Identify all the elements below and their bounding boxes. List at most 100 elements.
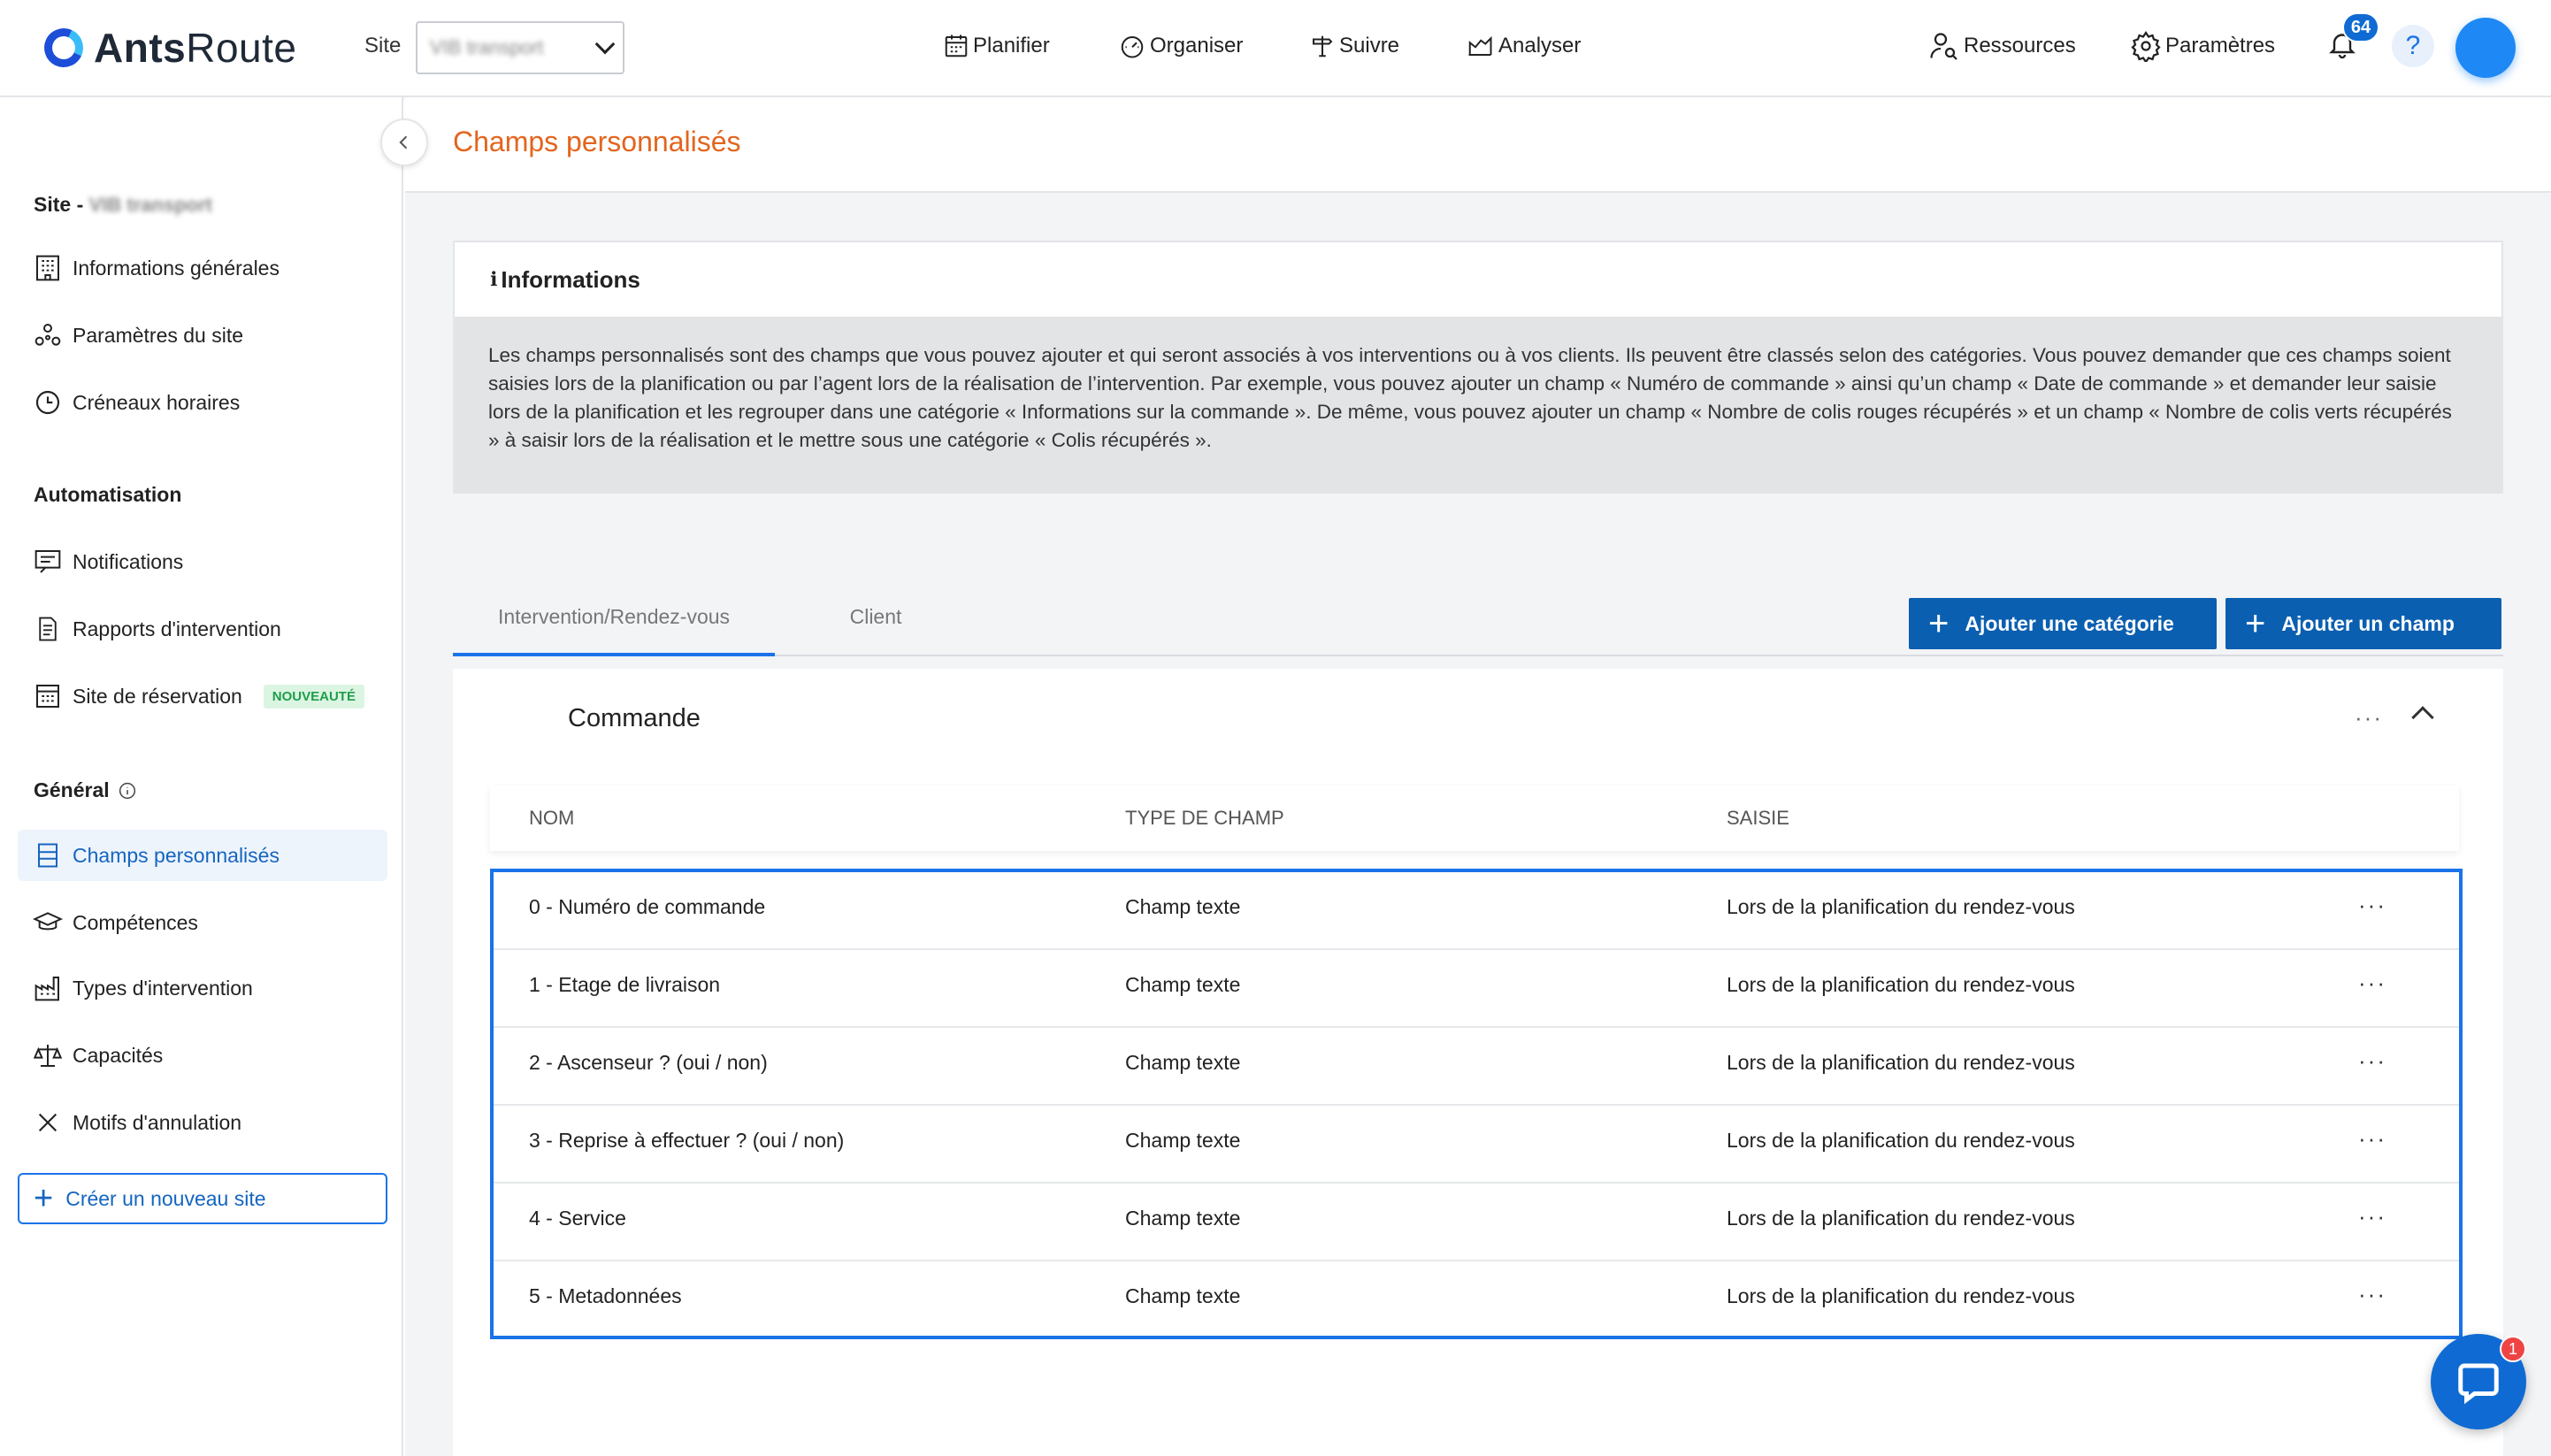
sidebar-item-label: Créneaux horaires <box>73 390 241 414</box>
field-name: 1 - Etage de livraison <box>529 973 721 996</box>
scale-icon <box>32 1039 64 1071</box>
sidebar-general-title: Général <box>34 778 136 802</box>
nav-label: Analyser <box>1498 34 1582 57</box>
collapse-sidebar-button[interactable] <box>380 119 428 166</box>
logo-mark-icon <box>38 22 89 73</box>
factory-icon <box>32 972 64 1004</box>
table-row[interactable]: 4 - Service Champ texte Lors de la plani… <box>494 1184 2459 1261</box>
add-field-label: Ajouter un champ <box>2281 611 2455 635</box>
sidebar-item-label: Informations générales <box>73 256 280 280</box>
sidebar-item-notifications[interactable]: Notifications <box>18 536 387 587</box>
field-input: Lors de la planification du rendez-vous <box>1727 1207 2075 1230</box>
field-type: Champ texte <box>1125 1129 1241 1152</box>
field-rows: 0 - Numéro de commande Champ texte Lors … <box>490 869 2463 1339</box>
calendar-grid-icon <box>32 680 64 712</box>
nav-ressources[interactable]: Ressources <box>1927 27 2076 65</box>
info-icon: ℹ <box>490 268 498 290</box>
site-select-value: VIB transport <box>430 36 544 58</box>
create-site-label: Créer un nouveau site <box>65 1186 266 1210</box>
field-input: Lors de la planification du rendez-vous <box>1727 1284 2075 1307</box>
signpost-icon <box>1313 35 1333 57</box>
sidebar-item-capacites[interactable]: Capacités <box>18 1030 387 1081</box>
chat-bubble-icon <box>2458 1363 2499 1405</box>
nav-label: Planifier <box>973 34 1050 57</box>
site-select[interactable]: VIB transport <box>416 21 624 74</box>
sidebar-item-label: Notifications <box>73 549 184 573</box>
tab-client[interactable]: Client <box>775 605 977 656</box>
info-header: ℹ Informations <box>455 242 2501 317</box>
field-type: Champ texte <box>1125 895 1241 918</box>
field-type: Champ texte <box>1125 1284 1241 1307</box>
table-row[interactable]: 3 - Reprise à effectuer ? (oui / non) Ch… <box>494 1106 2459 1184</box>
sidebar-item-parametres-site[interactable]: Paramètres du site <box>18 310 387 361</box>
field-name: 0 - Numéro de commande <box>529 895 766 918</box>
add-category-button[interactable]: + Ajouter une catégorie <box>1909 598 2217 649</box>
row-more-icon[interactable]: ··· <box>2358 892 2386 919</box>
help-button[interactable]: ? <box>2392 25 2434 67</box>
category-more-icon[interactable]: ··· <box>2355 704 2383 732</box>
info-title: Informations <box>501 265 640 293</box>
nav-analyser[interactable]: Analyser <box>1465 27 1581 65</box>
graduation-cap-icon <box>32 907 64 939</box>
antsroute-logo[interactable]: AntsRoute <box>38 22 296 73</box>
nav-suivre[interactable]: Suivre <box>1309 27 1399 65</box>
clock-icon <box>32 387 64 418</box>
nav-parametres[interactable]: Paramètres <box>2130 27 2275 65</box>
add-category-label: Ajouter une catégorie <box>1965 611 2174 635</box>
info-card: ℹ Informations Les champs personnalisés … <box>453 241 2503 494</box>
add-field-button[interactable]: + Ajouter un champ <box>2225 598 2501 649</box>
plus-icon: + <box>2245 604 2266 643</box>
sidebar-item-label: Champs personnalisés <box>73 843 280 867</box>
page-title: Champs personnalisés <box>453 126 741 157</box>
info-text: Les champs personnalisés sont des champs… <box>455 317 2501 494</box>
user-search-icon <box>1930 33 1957 60</box>
chevron-left-icon <box>399 135 408 149</box>
table-icon <box>32 839 64 871</box>
calendar-icon <box>945 34 968 57</box>
row-more-icon[interactable]: ··· <box>2358 969 2386 997</box>
chat-badge: 1 <box>2500 1336 2526 1362</box>
chevron-up-icon[interactable] <box>2411 706 2434 729</box>
field-type: Champ texte <box>1125 1207 1241 1230</box>
table-row[interactable]: 5 - Metadonnées Champ texte Lors de la p… <box>494 1261 2459 1339</box>
nav-organiser[interactable]: Organiser <box>1118 27 1243 65</box>
sidebar: Site - VIB transport Informations généra… <box>0 97 403 1456</box>
sidebar-item-site-reservation[interactable]: Site de réservation NOUVEAUTÉ <box>18 671 387 722</box>
nav-label: Organiser <box>1150 34 1244 57</box>
chart-icon <box>1468 35 1492 56</box>
table-row[interactable]: 1 - Etage de livraison Champ texte Lors … <box>494 950 2459 1028</box>
category-card: Commande ··· NOM TYPE DE CHAMP SAISIE 0 … <box>453 669 2503 1456</box>
category-title: Commande <box>568 704 701 732</box>
plus-icon: + <box>1928 604 1950 643</box>
sidebar-item-champs-personnalises[interactable]: Champs personnalisés <box>18 830 387 881</box>
field-name: 2 - Ascenseur ? (oui / non) <box>529 1051 768 1074</box>
row-more-icon[interactable]: ··· <box>2358 1203 2386 1230</box>
sidebar-site-title: Site - VIB transport <box>34 193 212 216</box>
create-site-button[interactable]: + Créer un nouveau site <box>18 1173 387 1224</box>
avatar[interactable] <box>2455 18 2516 78</box>
sidebar-item-rapports[interactable]: Rapports d'intervention <box>18 603 387 655</box>
field-name: 5 - Metadonnées <box>529 1284 682 1307</box>
tab-intervention[interactable]: Intervention/Rendez-vous <box>453 605 775 656</box>
row-more-icon[interactable]: ··· <box>2358 1281 2386 1308</box>
column-header-type: TYPE DE CHAMP <box>1125 807 1284 829</box>
document-icon <box>32 613 64 645</box>
sidebar-item-informations-generales[interactable]: Informations générales <box>18 242 387 294</box>
row-more-icon[interactable]: ··· <box>2358 1125 2386 1153</box>
field-input: Lors de la planification du rendez-vous <box>1727 1051 2075 1074</box>
table-row[interactable]: 0 - Numéro de commande Champ texte Lors … <box>494 872 2459 950</box>
field-input: Lors de la planification du rendez-vous <box>1727 973 2075 996</box>
sidebar-item-motifs-annulation[interactable]: Motifs d'annulation <box>18 1097 387 1148</box>
message-icon <box>32 546 64 578</box>
table-row[interactable]: 2 - Ascenseur ? (oui / non) Champ texte … <box>494 1028 2459 1106</box>
gauge-icon <box>1121 36 1144 58</box>
sidebar-item-label: Site de réservation <box>73 684 242 708</box>
gear-icon <box>2131 30 2161 62</box>
chevron-down-icon <box>594 34 616 55</box>
sidebar-item-types-intervention[interactable]: Types d'intervention <box>18 962 387 1014</box>
sidebar-item-creneaux-horaires[interactable]: Créneaux horaires <box>18 377 387 428</box>
row-more-icon[interactable]: ··· <box>2358 1047 2386 1075</box>
sidebar-site-name: VIB transport <box>88 194 212 216</box>
nav-planifier[interactable]: Planifier <box>943 27 1050 65</box>
sidebar-item-competences[interactable]: Compétences <box>18 897 387 948</box>
